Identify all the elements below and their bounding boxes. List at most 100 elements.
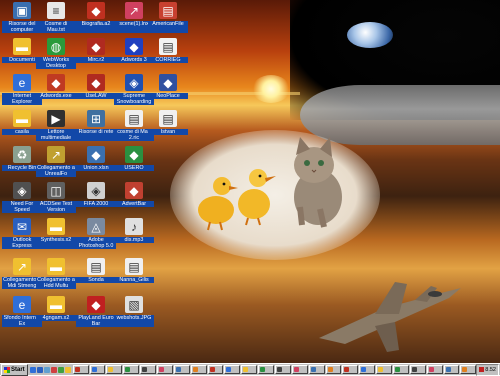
audio-file-icon: ♪ — [125, 218, 143, 235]
taskbar-window-button[interactable] — [173, 365, 190, 374]
folder-icon: ▬ — [47, 218, 65, 235]
taskbar-window-button[interactable] — [409, 365, 426, 374]
taskbar-window-button[interactable] — [241, 365, 258, 374]
desktop-icon-label: FIFA 2000 — [76, 201, 116, 207]
desktop-icon[interactable]: ◆ PlayLand Euro Bar — [76, 296, 116, 327]
desktop-icon[interactable]: ▤ AmericanFile — [148, 2, 188, 33]
folder-icon: ▬ — [47, 296, 65, 313]
outlook-icon: ✉ — [13, 218, 31, 235]
taskbar-window-button[interactable] — [123, 365, 140, 374]
taskbar-window-button[interactable] — [89, 365, 106, 374]
taskbar-window-button[interactable] — [72, 365, 89, 374]
taskbar-window-button[interactable] — [443, 365, 460, 374]
desktop-icon-label: AmericanFile — [148, 21, 188, 33]
desktop-icon-label: Nanna_Gilis — [114, 277, 154, 283]
desktop-icon[interactable]: ◍ WebWorks Desktop — [36, 38, 76, 69]
taskbar-window-button[interactable] — [274, 365, 291, 374]
taskbar-window-button[interactable] — [460, 365, 477, 374]
quick-launch-ie-icon[interactable] — [29, 366, 36, 373]
desktop-icon[interactable]: ◆ Mirc.r2 — [76, 38, 116, 63]
window-app-icon — [74, 367, 80, 372]
desktop-icon[interactable]: ▬ Collegamento a Hdd Multu — [36, 258, 76, 289]
window-app-icon — [226, 367, 232, 372]
taskbar-window-button[interactable] — [359, 365, 376, 374]
window-app-icon — [310, 367, 316, 372]
quick-launch-desktop-icon[interactable] — [43, 366, 50, 373]
window-app-icon — [293, 367, 299, 372]
document-icon: ▤ — [87, 258, 105, 275]
desktop-icon[interactable]: ◈ FIFA 2000 — [76, 182, 116, 207]
desktop-icon[interactable]: ▤ Sonda — [76, 258, 116, 283]
taskbar-window-button[interactable] — [393, 365, 409, 374]
quick-launch-media-icon[interactable] — [57, 366, 64, 373]
folder-icon: ▬ — [13, 38, 31, 55]
desktop-icon-label: dis.mp3 — [114, 237, 154, 243]
window-app-icon — [209, 367, 215, 372]
window-app-icon — [395, 367, 400, 372]
window-app-icon — [411, 367, 417, 372]
desktop-icon[interactable]: ▬ 4gngam.x2 — [36, 296, 76, 321]
taskbar-window-button[interactable] — [156, 365, 173, 374]
desktop-icon[interactable]: ◆ Adwords.exe — [36, 74, 76, 99]
window-app-icon — [428, 367, 434, 372]
start-button[interactable]: Start — [1, 363, 28, 376]
desktop-icon[interactable]: ◬ Adobe Photoshop 5.0 — [76, 218, 116, 249]
game-icon: ◈ — [87, 182, 105, 199]
tray-speaker-icon[interactable] — [479, 367, 485, 372]
desktop-icon-label: ACDSee Test Version — [36, 201, 76, 213]
taskbar-window-button[interactable] — [291, 365, 308, 374]
taskbar-window-button[interactable] — [342, 365, 359, 374]
taskbar-window-button[interactable] — [140, 365, 156, 374]
fighter-jet — [319, 282, 461, 352]
desktop-icon[interactable]: ◆ USERO — [114, 146, 154, 171]
desktop-icon[interactable]: ▤ CORRIEG — [148, 38, 188, 63]
taskbar-window-button[interactable] — [190, 365, 207, 374]
file-icon: ▤ — [159, 2, 177, 19]
desktop-icon-label: Collegamento a Hdd Multu — [36, 277, 76, 289]
taskbar-window-button[interactable] — [207, 365, 224, 374]
desktop-icon[interactable]: ◆ AdvertBar — [114, 182, 154, 207]
desktop-icon[interactable]: ◆ UseLAW — [76, 74, 116, 99]
desktop-icon[interactable]: ◆ Biografia.a2 — [76, 2, 116, 33]
window-app-icon — [108, 367, 114, 372]
window-app-icon — [327, 367, 333, 372]
quick-launch-folder-icon[interactable] — [64, 366, 71, 373]
taskbar-window-button[interactable] — [224, 365, 241, 374]
desktop-icon-label: Cosme di Mau.txt — [36, 21, 76, 33]
network-icon: ⊞ — [87, 110, 105, 127]
taskbar-window-button[interactable] — [376, 365, 392, 374]
window-app-icon — [344, 367, 350, 372]
taskbar-window-button[interactable] — [308, 365, 325, 374]
quick-launch-channels-icon[interactable] — [50, 366, 57, 373]
app-icon: ◆ — [159, 74, 177, 91]
desktop-icon-label: WebWorks Desktop — [36, 57, 76, 69]
window-app-icon — [462, 367, 468, 372]
desktop-icon[interactable]: ◫ ACDSee Test Version — [36, 182, 76, 213]
ie-file-icon: e — [13, 296, 31, 313]
taskbar-window-button[interactable] — [106, 365, 123, 374]
desktop-icon[interactable]: ↗ Collegamento a UnrealFo — [36, 146, 76, 177]
desktop-icon[interactable]: ⊞ Risorse di rete — [76, 110, 116, 141]
taskbar-window-button[interactable] — [258, 365, 274, 374]
desktop-icon[interactable]: ♪ dis.mp3 — [114, 218, 154, 243]
quick-launch-bar — [29, 366, 71, 373]
desktop-icon[interactable]: ◆ NeoPlace — [148, 74, 188, 99]
desktop-icon[interactable]: ≡ Cosme di Mau.txt — [36, 2, 76, 33]
shortcut-icon: ↗ — [47, 146, 65, 163]
desktop-icon[interactable]: ▬ Synthesis.x2 — [36, 218, 76, 249]
recycle-bin-icon: ♻ — [13, 146, 31, 163]
desktop-icon[interactable]: ▤ Nanna_Gilis — [114, 258, 154, 283]
quick-launch-outlook-icon[interactable] — [36, 366, 43, 373]
taskbar-window-button[interactable] — [325, 365, 342, 374]
app-icon: ◆ — [87, 74, 105, 91]
taskbar-window-button[interactable] — [426, 365, 443, 374]
desktop-icon[interactable]: ◆ Union.xlsn — [76, 146, 116, 171]
desktop-icon[interactable]: ▤ Istvan — [148, 110, 188, 135]
desktop-icon[interactable]: ▧ webshots.JPG — [114, 296, 154, 327]
image-file-icon: ▧ — [125, 296, 143, 313]
media-player-icon: ▶ — [47, 110, 65, 127]
document-icon: ▤ — [159, 110, 177, 127]
window-app-icon — [243, 367, 249, 372]
desktop-icon[interactable]: ▶ Lettore multimediale — [36, 110, 76, 141]
desktop-icon-label: Collegamento a UnrealFo — [36, 165, 76, 177]
